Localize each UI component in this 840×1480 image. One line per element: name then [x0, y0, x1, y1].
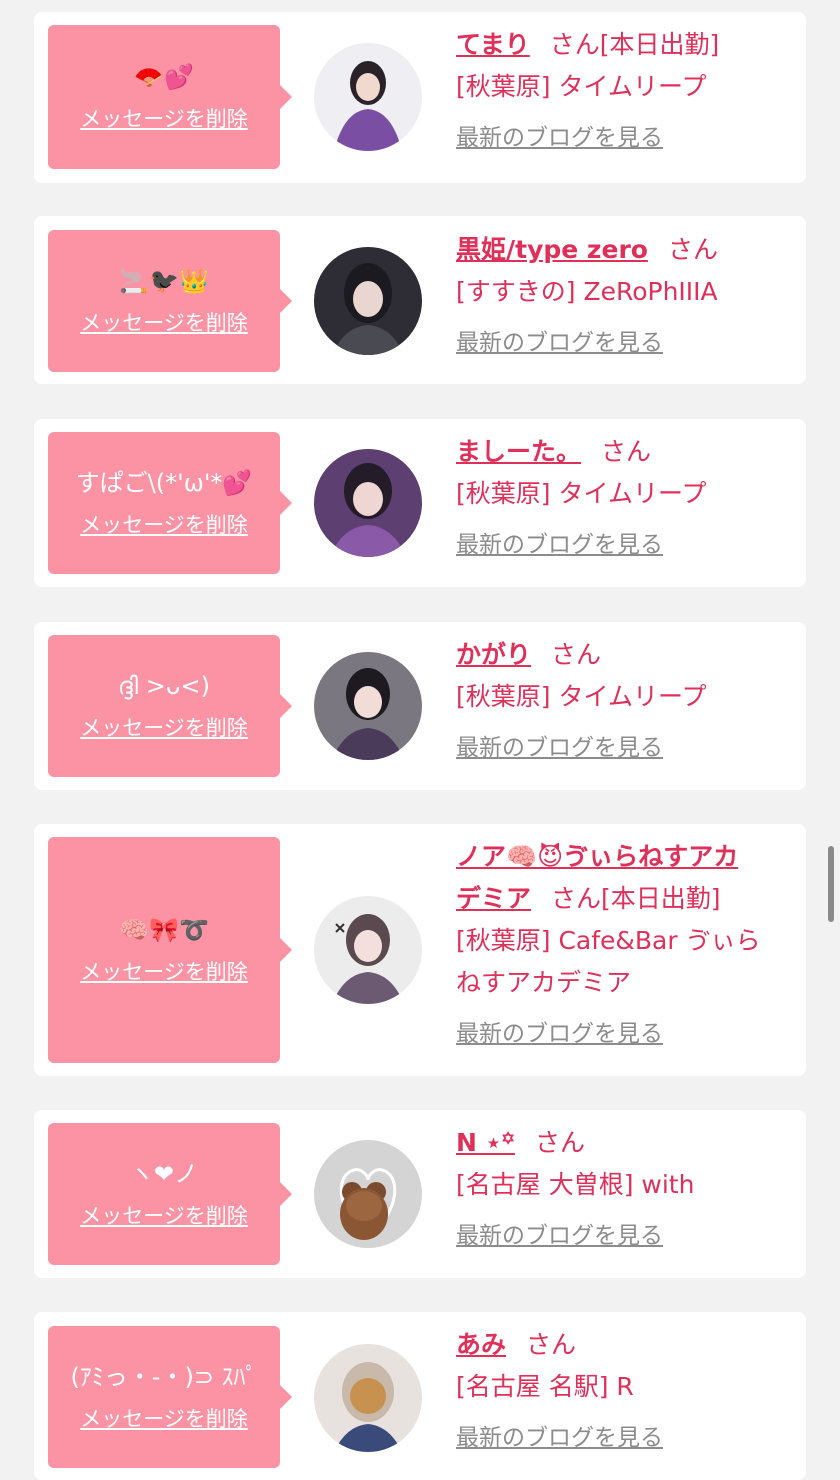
avatar[interactable]: [314, 896, 422, 1004]
message-bubble: (ｱﾐっ・-・)⊃ ｽﾊﾟ メッセージを削除: [48, 1326, 292, 1468]
message-bubble: ヽ❤︎ノ メッセージを削除: [48, 1123, 292, 1265]
avatar[interactable]: [314, 449, 422, 557]
message-text: 🧠🎀➰: [119, 916, 209, 944]
message-text: ヽ❤︎ノ: [129, 1160, 199, 1188]
message-text: ദ്ദി >ᴗ<): [118, 672, 210, 700]
cast-info: ましーた。 さん [秋葉原] タイムリープ 最新のブログを見る: [456, 431, 792, 559]
latest-blog-link[interactable]: 最新のブログを見る: [456, 525, 663, 559]
avatar[interactable]: [314, 1140, 422, 1248]
message-text: 🚬🐦‍⬛👑: [119, 267, 209, 295]
cast-name-link[interactable]: 黒姫/type zero: [456, 235, 648, 264]
avatar[interactable]: [314, 247, 422, 355]
shop-name: [秋葉原] タイムリープ: [456, 682, 707, 711]
shop-name: [名古屋 大曽根] with: [456, 1170, 695, 1199]
message-text: (ｱﾐっ・-・)⊃ ｽﾊﾟ: [70, 1363, 258, 1391]
favorite-card: 🧠🎀➰ メッセージを削除 ノア🧠😈ゔぃらねすアカ デミア さん[本日出勤] [秋葉…: [34, 824, 806, 1076]
delete-message-link[interactable]: メッセージを削除: [80, 712, 248, 742]
delete-message-link[interactable]: メッセージを削除: [80, 307, 248, 337]
favorite-card: ദ്ദി >ᴗ<) メッセージを削除 かがり さん [秋葉原] タイムリープ 最新…: [34, 622, 806, 790]
shop-name: [秋葉原] タイムリープ: [456, 479, 707, 508]
work-status: [本日出勤]: [599, 30, 720, 59]
favorite-card: ヽ❤︎ノ メッセージを削除 N ⋆꙳ さん [名古屋 大曽根] with 最新のブ…: [34, 1110, 806, 1278]
cast-info: かがり さん [秋葉原] タイムリープ 最新のブログを見る: [456, 634, 792, 762]
favorite-card: すぱご\(*'ω'*💕 メッセージを削除 ましーた。 さん [秋葉原] タイムリー…: [34, 419, 806, 587]
work-status: [本日出勤]: [601, 884, 721, 913]
avatar[interactable]: [314, 652, 422, 760]
message-bubble: 🪭💕 メッセージを削除: [48, 25, 292, 169]
shop-name: [秋葉原] Cafe&Bar ゔぃら: [456, 926, 761, 955]
scrollbar[interactable]: [828, 846, 834, 922]
shop-name: [すすきの] ZeRoPhIIIA: [456, 277, 718, 306]
cast-name-link[interactable]: あみ: [456, 1330, 506, 1359]
shop-name-cont: ねすアカデミア: [456, 968, 632, 997]
delete-message-link[interactable]: メッセージを削除: [80, 1200, 248, 1230]
latest-blog-link[interactable]: 最新のブログを見る: [456, 1418, 663, 1452]
shop-name: [秋葉原] タイムリープ: [456, 72, 707, 101]
cast-name-link[interactable]: かがり: [456, 640, 531, 669]
message-text: すぱご\(*'ω'*💕: [75, 469, 253, 497]
cast-name-link[interactable]: ノア🧠😈ゔぃらねすアカ: [456, 842, 738, 871]
cast-info: N ⋆꙳ さん [名古屋 大曽根] with 最新のブログを見る: [456, 1122, 792, 1250]
honorific: さん: [549, 30, 600, 59]
latest-blog-link[interactable]: 最新のブログを見る: [456, 1014, 663, 1048]
honorific: さん: [601, 437, 652, 466]
favorite-card: 🚬🐦‍⬛👑 メッセージを削除 黒姫/type zero さん [すすきの] ZeR…: [34, 216, 806, 384]
delete-message-link[interactable]: メッセージを削除: [80, 1403, 248, 1433]
message-bubble: すぱご\(*'ω'*💕 メッセージを削除: [48, 432, 292, 574]
latest-blog-link[interactable]: 最新のブログを見る: [456, 118, 663, 152]
honorific: さん: [526, 1330, 577, 1359]
delete-message-link[interactable]: メッセージを削除: [80, 103, 248, 133]
delete-message-link[interactable]: メッセージを削除: [80, 509, 248, 539]
message-text: 🪭💕: [134, 63, 194, 91]
cast-info: 黒姫/type zero さん [すすきの] ZeRoPhIIIA 最新のブログを…: [456, 229, 792, 357]
message-bubble: 🚬🐦‍⬛👑 メッセージを削除: [48, 230, 292, 372]
delete-message-link[interactable]: メッセージを削除: [80, 956, 248, 986]
avatar[interactable]: [314, 1344, 422, 1452]
latest-blog-link[interactable]: 最新のブログを見る: [456, 728, 663, 762]
cast-name-link[interactable]: てまり: [456, 30, 530, 59]
shop-name: [名古屋 名駅] R: [456, 1372, 634, 1401]
cast-name-link-cont[interactable]: デミア: [456, 884, 531, 913]
avatar[interactable]: [314, 43, 422, 151]
message-bubble: 🧠🎀➰ メッセージを削除: [48, 837, 292, 1063]
favorite-card: 🪭💕 メッセージを削除 てまり さん[本日出勤] [秋葉原] タイムリープ 最新の…: [34, 12, 806, 183]
cast-info: ノア🧠😈ゔぃらねすアカ デミア さん[本日出勤] [秋葉原] Cafe&Bar ゔ…: [456, 836, 792, 1048]
cast-info: あみ さん [名古屋 名駅] R 最新のブログを見る: [456, 1324, 792, 1452]
honorific: さん: [551, 884, 602, 913]
cast-info: てまり さん[本日出勤] [秋葉原] タイムリープ 最新のブログを見る: [456, 24, 792, 152]
cast-name-link[interactable]: N ⋆꙳: [456, 1128, 515, 1157]
favorite-card: (ｱﾐっ・-・)⊃ ｽﾊﾟ メッセージを削除 あみ さん [名古屋 名駅] R 最…: [34, 1312, 806, 1480]
honorific: さん: [551, 640, 602, 669]
latest-blog-link[interactable]: 最新のブログを見る: [456, 323, 663, 357]
honorific: さん: [534, 1128, 585, 1157]
message-bubble: ദ്ദി >ᴗ<) メッセージを削除: [48, 635, 292, 777]
latest-blog-link[interactable]: 最新のブログを見る: [456, 1216, 663, 1250]
cast-name-link[interactable]: ましーた。: [456, 437, 581, 466]
honorific: さん: [667, 235, 718, 264]
